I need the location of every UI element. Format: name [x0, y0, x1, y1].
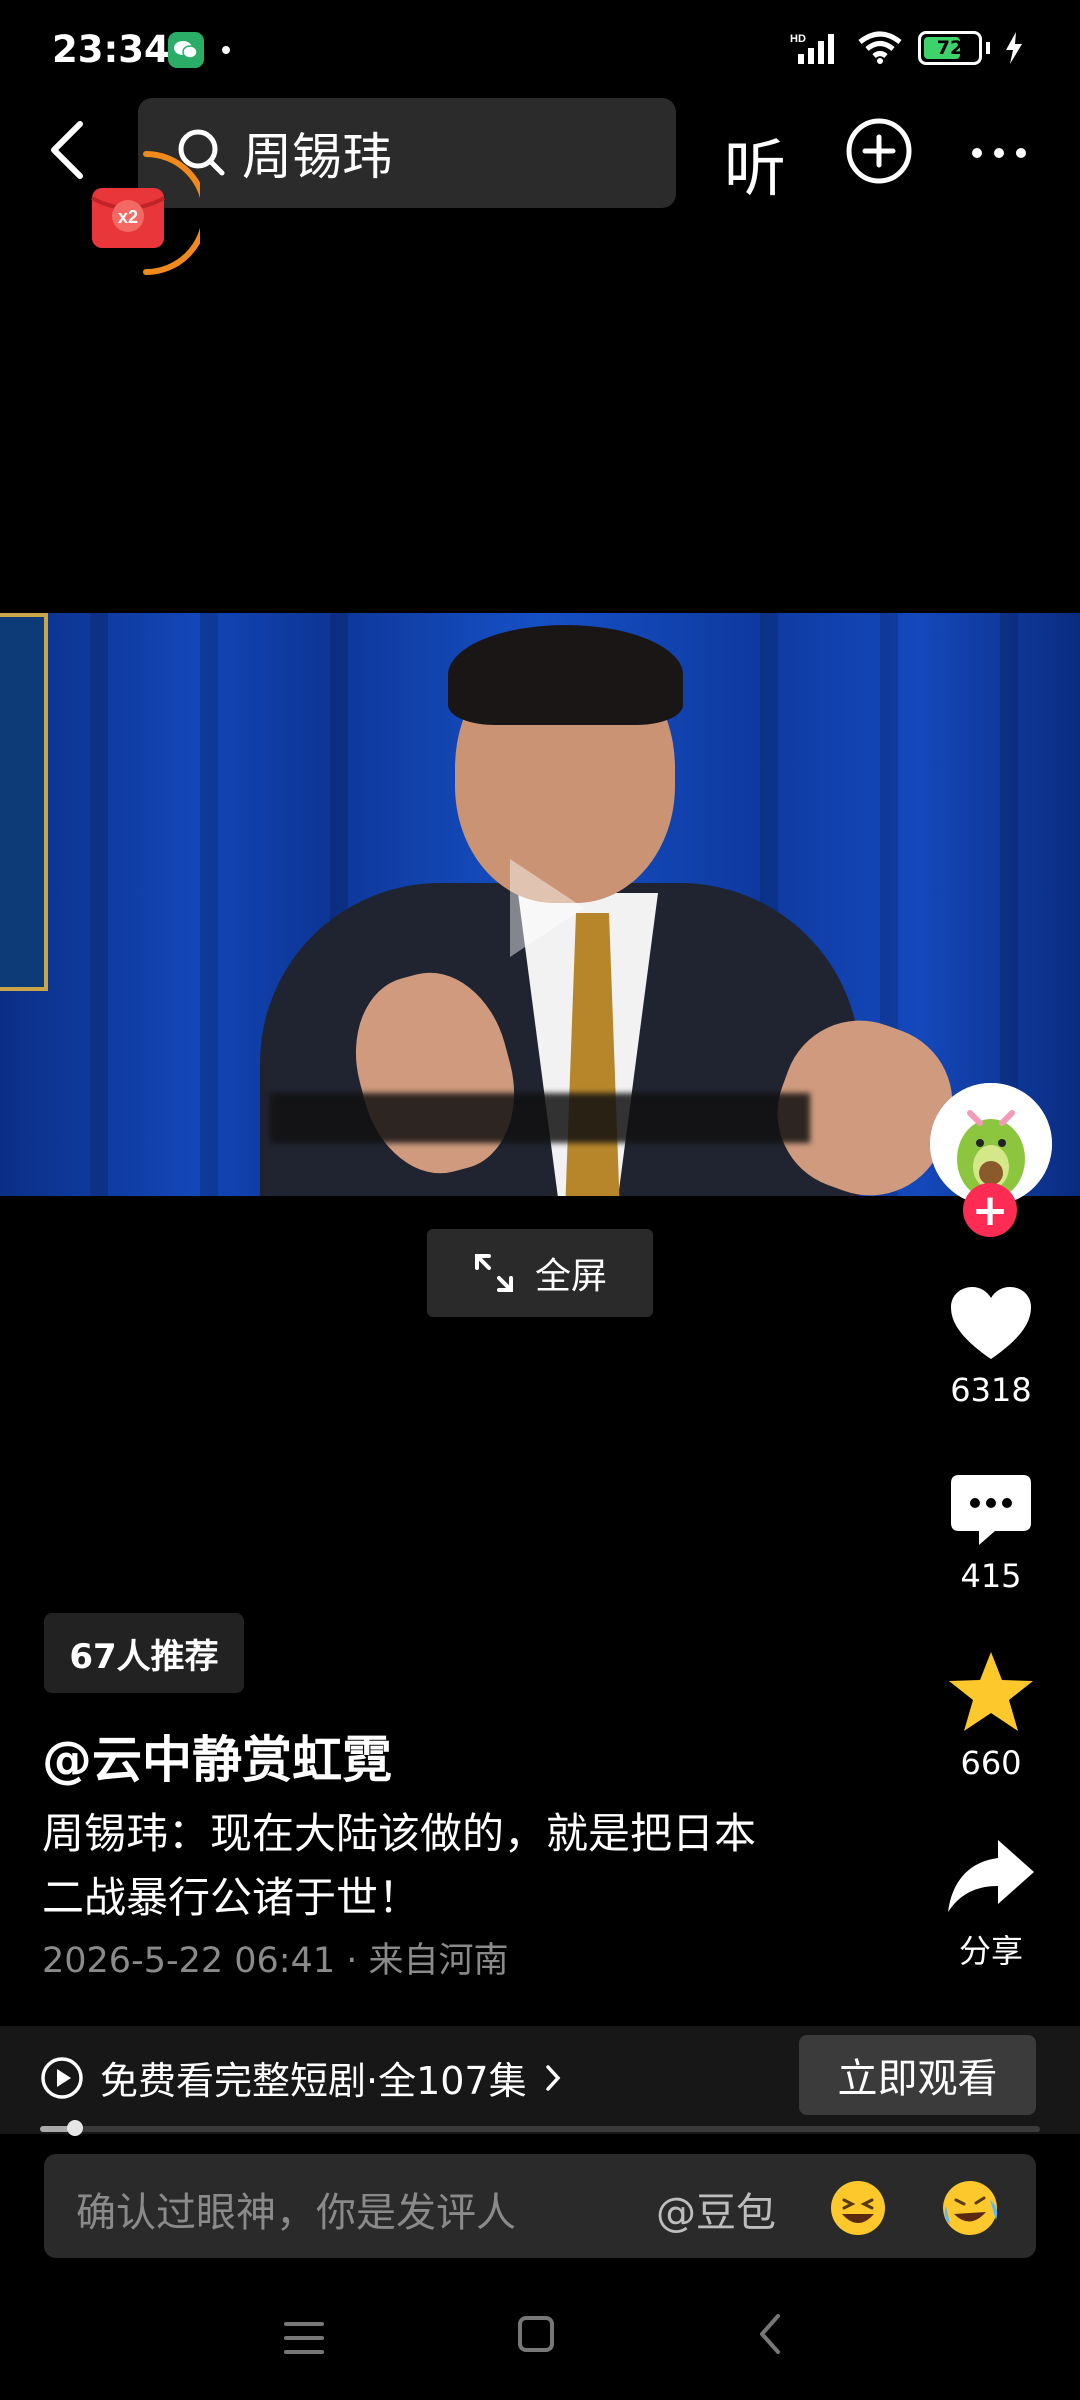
favorite-button[interactable]: 660 [940, 1650, 1042, 1782]
recent-apps-button[interactable] [282, 2318, 326, 2362]
system-back-button[interactable] [752, 2310, 788, 2362]
fullscreen-label: 全屏 [534, 1256, 607, 1297]
notification-dot [222, 46, 230, 54]
more-icon [972, 148, 1026, 158]
redpacket-label: x2 [118, 207, 138, 227]
search-input[interactable]: 周锡玮 [138, 98, 676, 208]
comment-count: 415 [960, 1557, 1022, 1595]
home-button[interactable] [516, 2312, 556, 2360]
drama-text: 免费看完整短剧·全107集 [100, 2059, 527, 2103]
comment-icon [951, 1475, 1031, 1545]
redpacket-button[interactable]: x2 [88, 148, 208, 278]
post-meta: 2026-5-22 06:41 · 来自河南 [42, 1941, 509, 1981]
hd-label: HD [790, 33, 806, 45]
redpacket-icon: x2 [91, 151, 208, 275]
video-progress-thumb[interactable] [67, 2120, 83, 2136]
video-player[interactable] [0, 613, 1080, 1196]
fullscreen-button[interactable]: 全屏 [427, 1229, 653, 1317]
wifi-icon [858, 31, 902, 64]
cry-laugh-emoji-icon[interactable] [940, 2178, 1000, 2250]
laugh-emoji-icon[interactable] [828, 2178, 888, 2250]
star-icon [949, 1652, 1033, 1731]
studio-panel [0, 613, 48, 991]
like-count: 6318 [950, 1371, 1032, 1409]
signal-icon: HD [790, 33, 834, 64]
favorite-count: 660 [960, 1744, 1022, 1782]
video-caption[interactable]: 周锡玮：现在大陆该做的，就是把日本 二战暴行公诸于世！ [42, 1802, 882, 1930]
play-circle-icon [41, 2056, 83, 2099]
square-icon [518, 2316, 554, 2352]
blurred-subtitle [270, 1093, 810, 1143]
status-icons: HD 72 [788, 30, 1024, 66]
plus-circle-icon [846, 118, 912, 184]
like-button[interactable]: 6318 [940, 1285, 1042, 1409]
listen-button[interactable]: 听 [724, 118, 786, 208]
share-button[interactable]: 分享 [940, 1836, 1042, 1972]
comment-button[interactable]: 415 [940, 1473, 1042, 1595]
chevron-right-icon [545, 2064, 560, 2091]
share-label: 分享 [958, 1932, 1023, 1970]
chevron-left-icon [760, 2314, 780, 2354]
play-icon[interactable] [500, 853, 590, 963]
menu-icon [284, 2322, 324, 2354]
more-button[interactable] [970, 138, 1028, 168]
watch-now-button[interactable]: 立即观看 [799, 2035, 1036, 2115]
follow-button[interactable]: + [963, 1183, 1017, 1237]
drama-link[interactable]: 免费看完整短剧·全107集 [40, 2050, 563, 2105]
mention-button[interactable]: @豆包 [656, 2180, 776, 2238]
battery-icon: 72 [918, 31, 982, 65]
battery-level: 72 [936, 37, 964, 59]
status-time: 23:34 [52, 28, 170, 71]
wechat-icon [168, 32, 204, 68]
recommend-badge[interactable]: 67人推荐 [44, 1613, 244, 1693]
caption-line: 周锡玮：现在大陆该做的，就是把日本 [42, 1809, 757, 1858]
add-button[interactable] [845, 117, 913, 189]
share-arrow-icon [948, 1840, 1034, 1912]
caption-line: 二战暴行公诸于世！ [42, 1873, 421, 1922]
author-name[interactable]: @云中静赏虹霓 [42, 1720, 392, 1792]
battery-cap [986, 42, 990, 54]
video-progress-track[interactable] [40, 2126, 1040, 2132]
charging-icon [1006, 32, 1022, 64]
heart-icon [951, 1287, 1031, 1359]
comment-placeholder: 确认过眼神，你是发评人 [76, 2190, 516, 2236]
search-query: 周锡玮 [242, 128, 392, 186]
expand-icon [474, 1254, 513, 1292]
